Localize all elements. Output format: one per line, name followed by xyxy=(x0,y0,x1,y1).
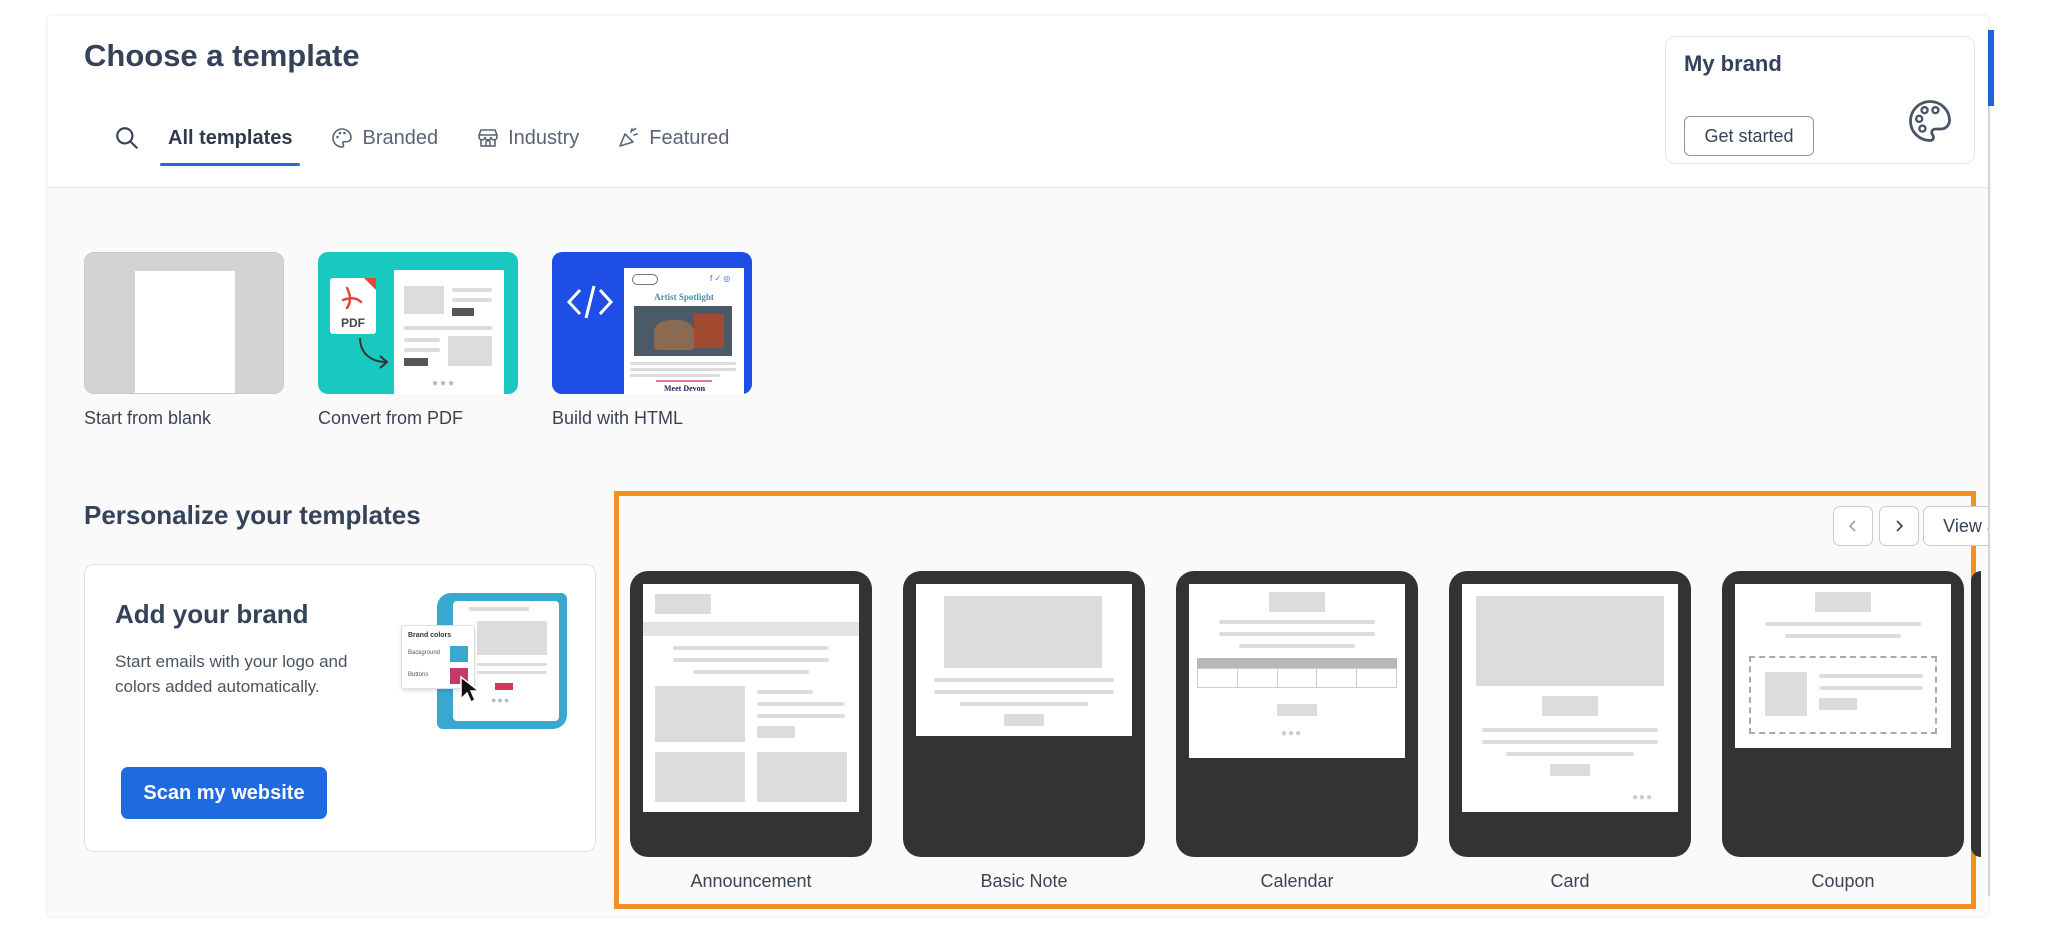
template-carousel: View all Announceme xyxy=(614,491,1988,909)
pdf-thumbnail: PDF ●●● xyxy=(318,252,518,394)
my-brand-card: My brand Get started xyxy=(1665,36,1975,164)
template-thumbnail xyxy=(903,571,1145,857)
template-label: Calendar xyxy=(1260,871,1334,891)
build-with-html-option[interactable]: f ✓ ◎ Artist Spotlight Meet Devon Build … xyxy=(552,252,752,429)
header: Choose a template All templates Branded … xyxy=(48,16,1988,188)
template-label: Card xyxy=(1550,871,1590,891)
pdf-text: PDF xyxy=(341,316,365,330)
add-brand-title: Add your brand xyxy=(115,599,309,629)
blank-thumbnail xyxy=(84,252,284,394)
start-option-label: Convert from PDF xyxy=(318,408,464,428)
tab-label: All templates xyxy=(168,126,293,149)
tab-label: Industry xyxy=(508,126,580,149)
view-all-button[interactable]: View all xyxy=(1923,506,1988,546)
start-from-blank-option[interactable]: Start from blank xyxy=(84,252,284,429)
chevron-left-icon xyxy=(1848,520,1856,532)
code-icon xyxy=(566,285,614,319)
arrow-icon xyxy=(359,337,389,369)
chevron-right-icon xyxy=(1896,520,1904,532)
template-card-coupon[interactable]: Coupon xyxy=(1722,571,1964,892)
tab-label: Featured xyxy=(649,126,730,149)
palette-icon xyxy=(332,128,353,148)
scrollbar-track xyxy=(1988,106,1990,896)
start-option-label: Build with HTML xyxy=(552,408,684,428)
html-thumb-title: Artist Spotlight xyxy=(654,292,714,302)
template-thumbnail xyxy=(1722,571,1964,857)
illustration-row1: Background xyxy=(408,650,441,656)
template-card-announcement[interactable]: Announcement xyxy=(630,571,872,892)
get-started-button[interactable]: Get started xyxy=(1684,116,1814,156)
next-template-peek xyxy=(1971,571,1981,857)
scroll-indicator xyxy=(1988,30,1994,106)
html-thumb-subtitle: Meet Devon xyxy=(664,384,706,393)
palette-icon xyxy=(1909,100,1951,142)
storefront-icon xyxy=(478,129,498,147)
template-label: Basic Note xyxy=(980,871,1068,891)
scan-website-button[interactable]: Scan my website xyxy=(121,767,327,819)
cursor-icon xyxy=(460,675,481,704)
html-thumbnail: f ✓ ◎ Artist Spotlight Meet Devon xyxy=(552,252,752,394)
template-chooser: Choose a template All templates Branded … xyxy=(48,16,1988,916)
carousel-prev-button[interactable] xyxy=(1833,506,1873,546)
template-card-card[interactable]: ●●● Card xyxy=(1449,571,1691,892)
tab-all-templates[interactable]: All templates xyxy=(160,112,301,166)
template-tabs: All templates Branded Industry Featured xyxy=(104,112,759,166)
template-label: Coupon xyxy=(1811,871,1875,891)
template-card-basic-note[interactable]: Basic Note xyxy=(903,571,1145,892)
start-option-label: Start from blank xyxy=(84,408,212,428)
personalize-section-title: Personalize your templates xyxy=(84,500,421,530)
template-thumbnail xyxy=(630,571,872,857)
illustration-heading: Brand colors xyxy=(408,632,452,639)
convert-from-pdf-option[interactable]: PDF ●●● Convert from PDF xyxy=(318,252,518,429)
my-brand-title: My brand xyxy=(1684,51,1782,76)
page-title: Choose a template xyxy=(84,38,360,73)
search-button[interactable] xyxy=(104,118,150,158)
template-thumbnail: ●●● xyxy=(1176,571,1418,857)
tab-industry[interactable]: Industry xyxy=(468,112,587,164)
search-icon xyxy=(116,127,138,149)
megaphone-icon xyxy=(619,127,639,147)
template-label: Announcement xyxy=(690,871,812,891)
add-brand-description: Start emails with your logo and colors a… xyxy=(115,652,348,696)
illustration-row2: Buttons xyxy=(408,672,429,678)
template-thumbnail: ●●● xyxy=(1449,571,1691,857)
add-brand-card: Add your brand Start emails with your lo… xyxy=(84,564,596,852)
brand-colors-illustration: ●●● Brand colors Background Buttons xyxy=(401,593,571,733)
carousel-next-button[interactable] xyxy=(1879,506,1919,546)
tab-featured[interactable]: Featured xyxy=(609,112,737,164)
template-card-calendar[interactable]: ●●● Calendar xyxy=(1176,571,1418,892)
tab-branded[interactable]: Branded xyxy=(322,112,446,164)
tab-label: Branded xyxy=(362,126,439,149)
